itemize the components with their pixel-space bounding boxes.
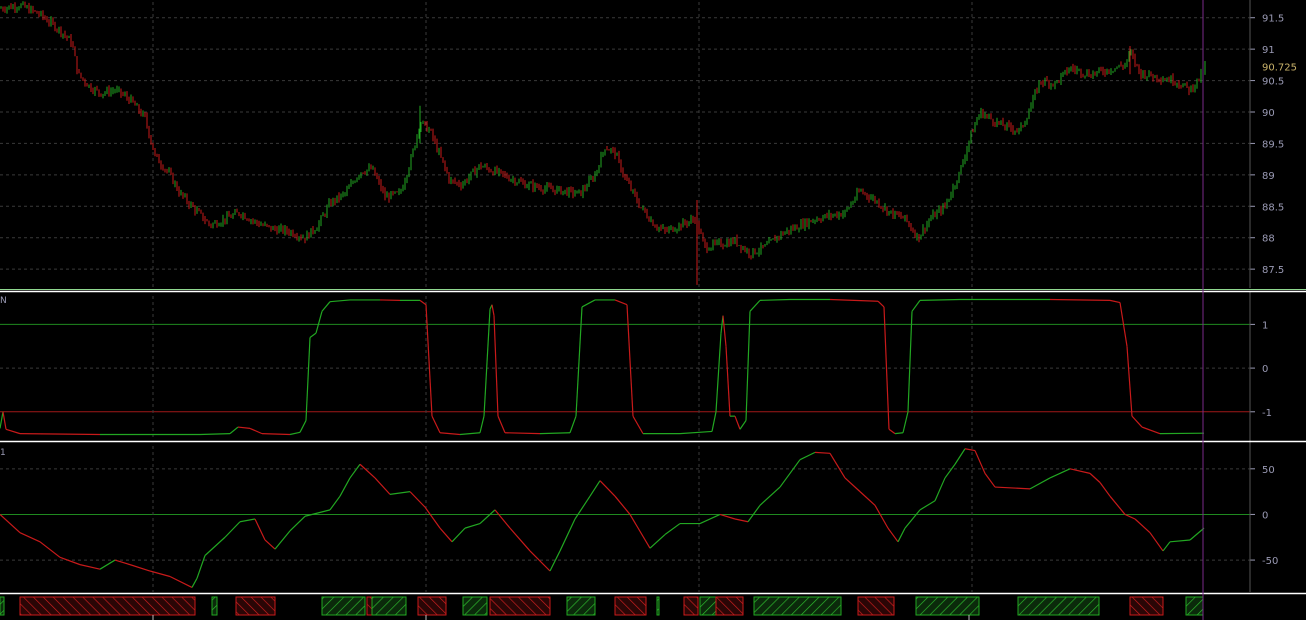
price-tick-label: 89 bbox=[1262, 171, 1275, 182]
signal-block-down bbox=[614, 596, 647, 616]
signal-block-up bbox=[915, 596, 980, 616]
signal-block-up bbox=[1185, 596, 1204, 616]
momentum-tick-label: 0 bbox=[1262, 510, 1268, 521]
signal-block-down bbox=[1129, 596, 1164, 616]
signal-block-down bbox=[235, 596, 276, 616]
momentum-tick-label: 50 bbox=[1262, 465, 1275, 476]
momentum-tick-label: -50 bbox=[1262, 556, 1278, 567]
signal-block-down bbox=[417, 596, 447, 616]
price-tick-label: 90 bbox=[1262, 108, 1275, 119]
momentum-pane-label: 1 bbox=[0, 448, 6, 458]
signal-block-down bbox=[715, 596, 744, 616]
price-tick-label: 87.5 bbox=[1262, 265, 1284, 276]
signal-block-up bbox=[753, 596, 842, 616]
signal-block-up bbox=[211, 596, 218, 616]
price-tick-label: 88 bbox=[1262, 234, 1275, 245]
oscillator-pane-label: N bbox=[0, 296, 7, 306]
oscillator-tick-label: 0 bbox=[1262, 364, 1268, 375]
signal-block-up bbox=[566, 596, 596, 616]
signal-block-down bbox=[857, 596, 895, 616]
oscillator-tick-label: -1 bbox=[1262, 408, 1272, 419]
signal-block-up bbox=[371, 596, 407, 616]
oscillator-tick-label: 1 bbox=[1262, 320, 1268, 331]
signal-block-down bbox=[683, 596, 699, 616]
signal-block-down bbox=[366, 596, 373, 616]
trading-chart[interactable]: 87.5 88 88.5 89 89.5 90 90.5 91 91.5 90.725 N 1 0… bbox=[0, 0, 1306, 620]
signal-block-up bbox=[0, 596, 5, 616]
price-tick-label: 91.5 bbox=[1262, 14, 1284, 25]
price-tick-label: 90.5 bbox=[1262, 77, 1284, 88]
price-tick-label: 91 bbox=[1262, 45, 1275, 56]
chart-background bbox=[0, 0, 1306, 620]
last-price-label: 90.725 bbox=[1262, 62, 1297, 73]
signal-block-up bbox=[1017, 596, 1100, 616]
price-tick-label: 89.5 bbox=[1262, 139, 1284, 150]
signal-block-up bbox=[656, 596, 660, 616]
signal-block-up bbox=[321, 596, 366, 616]
signal-block-down bbox=[19, 596, 196, 616]
signal-block-up bbox=[699, 596, 717, 616]
signal-block-down bbox=[489, 596, 551, 616]
signal-block-up bbox=[462, 596, 488, 616]
price-tick-label: 88.5 bbox=[1262, 202, 1284, 213]
